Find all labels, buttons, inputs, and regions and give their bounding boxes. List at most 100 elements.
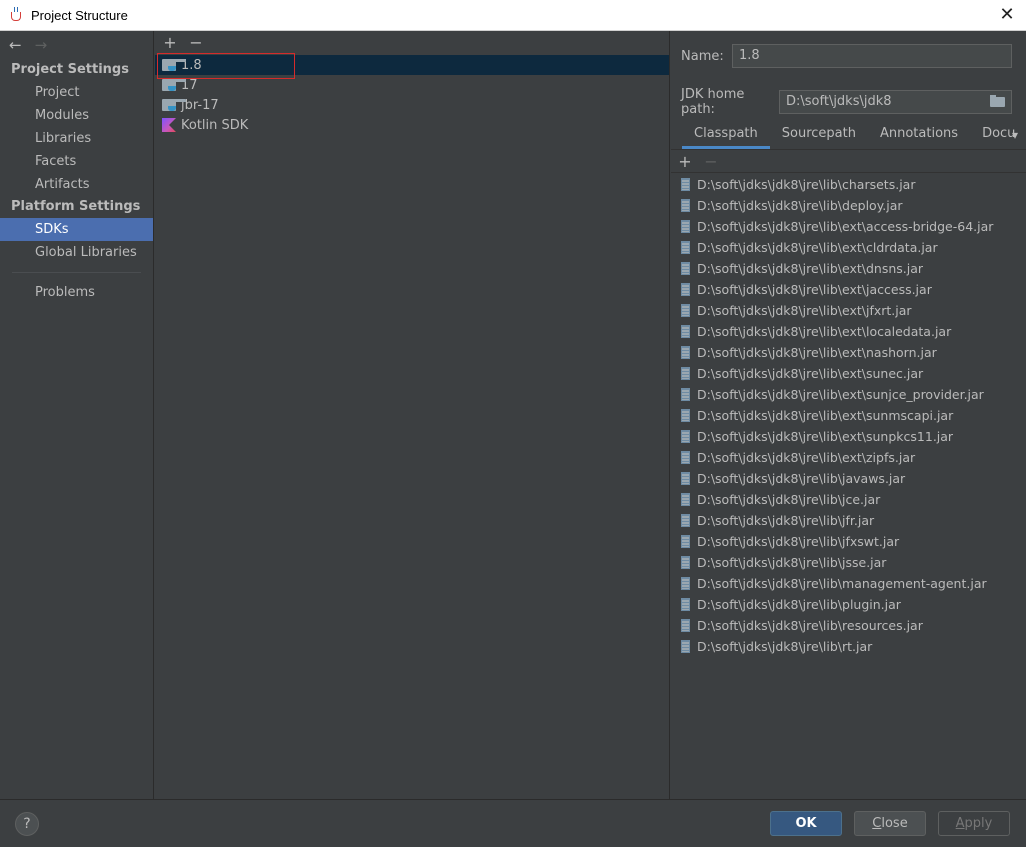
back-arrow-icon[interactable]: ← (9, 36, 22, 54)
sidebar-item-problems[interactable]: Problems (0, 281, 153, 304)
classpath-path: D:\soft\jdks\jdk8\jre\lib\jce.jar (697, 492, 881, 507)
classpath-path: D:\soft\jdks\jdk8\jre\lib\ext\jfxrt.jar (697, 303, 912, 318)
jar-icon (681, 472, 690, 485)
jar-icon (681, 346, 690, 359)
sidebar-item-global-libraries[interactable]: Global Libraries (0, 241, 153, 264)
remove-classpath-button[interactable]: − (704, 153, 718, 170)
jar-icon (681, 304, 690, 317)
sdk-list-toolbar: + − (155, 31, 669, 55)
sidebar-item-project[interactable]: Project (0, 81, 153, 104)
jar-icon (681, 262, 690, 275)
classpath-entry[interactable]: D:\soft\jdks\jdk8\jre\lib\ext\jaccess.ja… (671, 279, 1026, 300)
classpath-entry[interactable]: D:\soft\jdks\jdk8\jre\lib\ext\nashorn.ja… (671, 342, 1026, 363)
window-title: Project Structure (31, 7, 128, 23)
browse-folder-icon[interactable] (990, 95, 1006, 107)
classpath-entry[interactable]: D:\soft\jdks\jdk8\jre\lib\ext\jfxrt.jar (671, 300, 1026, 321)
jar-icon (681, 241, 690, 254)
classpath-toolbar: + − (671, 151, 1026, 173)
sdk-list-panel: + − 1.8 17 jbr-17 Kotlin SDK (155, 31, 670, 799)
tab-classpath[interactable]: Classpath (682, 121, 770, 149)
jar-icon (681, 451, 690, 464)
sdk-list-item[interactable]: 17 (155, 75, 669, 95)
jar-icon (681, 178, 690, 191)
sidebar-item-facets[interactable]: Facets (0, 150, 153, 173)
sidebar-item-sdks[interactable]: SDKs (0, 218, 153, 241)
jar-icon (681, 199, 690, 212)
classpath-entry[interactable]: D:\soft\jdks\jdk8\jre\lib\javaws.jar (671, 468, 1026, 489)
classpath-entry[interactable]: D:\soft\jdks\jdk8\jre\lib\ext\sunjce_pro… (671, 384, 1026, 405)
classpath-entry[interactable]: D:\soft\jdks\jdk8\jre\lib\jsse.jar (671, 552, 1026, 573)
classpath-entry[interactable]: D:\soft\jdks\jdk8\jre\lib\ext\dnsns.jar (671, 258, 1026, 279)
nav-divider (12, 272, 141, 273)
jdk-home-label: JDK home path: (681, 87, 745, 117)
sidebar-item-artifacts[interactable]: Artifacts (0, 173, 153, 196)
classpath-entry[interactable]: D:\soft\jdks\jdk8\jre\lib\jce.jar (671, 489, 1026, 510)
classpath-entry[interactable]: D:\soft\jdks\jdk8\jre\lib\resources.jar (671, 615, 1026, 636)
jdk-home-row: JDK home path: D:\soft\jdks\jdk8 (681, 87, 1012, 117)
classpath-entry[interactable]: D:\soft\jdks\jdk8\jre\lib\ext\sunec.jar (671, 363, 1026, 384)
classpath-path: D:\soft\jdks\jdk8\jre\lib\javaws.jar (697, 471, 906, 486)
sidebar-item-libraries[interactable]: Libraries (0, 127, 153, 150)
classpath-entry[interactable]: D:\soft\jdks\jdk8\jre\lib\ext\zipfs.jar (671, 447, 1026, 468)
platform-settings-heading: Platform Settings (11, 199, 141, 214)
nav-arrows: ← → (0, 31, 153, 59)
forward-arrow-icon[interactable]: → (35, 36, 48, 54)
classpath-path: D:\soft\jdks\jdk8\jre\lib\ext\cldrdata.j… (697, 240, 938, 255)
jar-icon (681, 640, 690, 653)
classpath-entry[interactable]: D:\soft\jdks\jdk8\jre\lib\management-age… (671, 573, 1026, 594)
kotlin-icon (162, 118, 176, 132)
jdk-folder-icon (162, 58, 186, 72)
tab-annotations[interactable]: Annotations (868, 121, 970, 149)
help-button[interactable]: ? (15, 812, 39, 836)
classpath-path: D:\soft\jdks\jdk8\jre\lib\ext\dnsns.jar (697, 261, 924, 276)
classpath-path: D:\soft\jdks\jdk8\jre\lib\jfxswt.jar (697, 534, 900, 549)
remove-sdk-button[interactable]: − (189, 35, 203, 51)
classpath-list: D:\soft\jdks\jdk8\jre\lib\charsets.jar D:… (671, 174, 1026, 657)
name-field[interactable]: 1.8 (732, 44, 1012, 68)
classpath-entry[interactable]: D:\soft\jdks\jdk8\jre\lib\rt.jar (671, 636, 1026, 657)
classpath-entry[interactable]: D:\soft\jdks\jdk8\jre\lib\ext\cldrdata.j… (671, 237, 1026, 258)
chevron-down-icon[interactable]: ▾ (1012, 128, 1018, 142)
classpath-path: D:\soft\jdks\jdk8\jre\lib\resources.jar (697, 618, 923, 633)
dialog-footer: ? OK Close Apply (0, 799, 1026, 847)
tab-sourcepath[interactable]: Sourcepath (770, 121, 868, 149)
tab-documentation[interactable]: Docu (970, 121, 1016, 149)
project-settings-heading: Project Settings (11, 62, 129, 77)
classpath-path: D:\soft\jdks\jdk8\jre\lib\deploy.jar (697, 198, 903, 213)
jar-icon (681, 388, 690, 401)
title-bar: Project Structure ✕ (0, 0, 1026, 31)
add-sdk-button[interactable]: + (163, 35, 177, 51)
jdk-home-path-field[interactable]: D:\soft\jdks\jdk8 (779, 90, 1012, 114)
sdk-list-item[interactable]: Kotlin SDK (155, 115, 669, 135)
name-label: Name: (681, 48, 724, 64)
add-classpath-button[interactable]: + (678, 153, 692, 170)
classpath-entry[interactable]: D:\soft\jdks\jdk8\jre\lib\ext\localedata… (671, 321, 1026, 342)
classpath-path: D:\soft\jdks\jdk8\jre\lib\ext\sunmscapi.… (697, 408, 954, 423)
close-icon[interactable]: ✕ (998, 6, 1016, 24)
classpath-entry[interactable]: D:\soft\jdks\jdk8\jre\lib\ext\sunmscapi.… (671, 405, 1026, 426)
classpath-entry[interactable]: D:\soft\jdks\jdk8\jre\lib\plugin.jar (671, 594, 1026, 615)
apply-button[interactable]: Apply (938, 811, 1010, 836)
close-button[interactable]: Close (854, 811, 926, 836)
jar-icon (681, 598, 690, 611)
name-row: Name: 1.8 (681, 44, 1012, 68)
jdk-folder-icon (162, 98, 186, 112)
sdk-list-item[interactable]: jbr-17 (155, 95, 669, 115)
classpath-entry[interactable]: D:\soft\jdks\jdk8\jre\lib\ext\sunpkcs11.… (671, 426, 1026, 447)
jar-icon (681, 493, 690, 506)
classpath-entry[interactable]: D:\soft\jdks\jdk8\jre\lib\ext\access-bri… (671, 216, 1026, 237)
sdk-list-item[interactable]: 1.8 (155, 55, 669, 75)
classpath-path: D:\soft\jdks\jdk8\jre\lib\plugin.jar (697, 597, 901, 612)
ok-button[interactable]: OK (770, 811, 842, 836)
classpath-entry[interactable]: D:\soft\jdks\jdk8\jre\lib\deploy.jar (671, 195, 1026, 216)
sdk-tabs: Classpath Sourcepath Annotations Docu ▾ (671, 122, 1026, 150)
classpath-path: D:\soft\jdks\jdk8\jre\lib\ext\access-bri… (697, 219, 994, 234)
classpath-entry[interactable]: D:\soft\jdks\jdk8\jre\lib\charsets.jar (671, 174, 1026, 195)
sidebar-item-modules[interactable]: Modules (0, 104, 153, 127)
classpath-entry[interactable]: D:\soft\jdks\jdk8\jre\lib\jfr.jar (671, 510, 1026, 531)
jar-icon (681, 430, 690, 443)
classpath-path: D:\soft\jdks\jdk8\jre\lib\charsets.jar (697, 177, 916, 192)
jar-icon (681, 367, 690, 380)
jar-icon (681, 220, 690, 233)
classpath-entry[interactable]: D:\soft\jdks\jdk8\jre\lib\jfxswt.jar (671, 531, 1026, 552)
